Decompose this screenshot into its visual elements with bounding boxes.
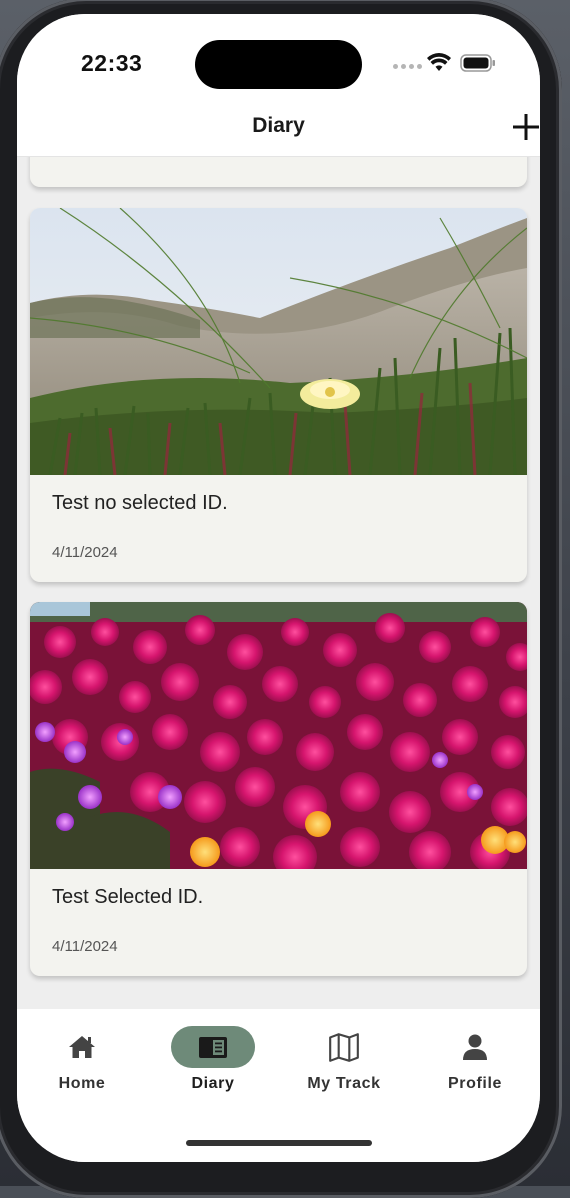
entry-title: Test Selected ID.	[52, 886, 204, 908]
diary-entry-card[interactable]: Test no selected ID. 4/11/2024	[30, 208, 527, 582]
status-bar: 22:33	[17, 14, 540, 100]
status-time: 22:33	[81, 50, 143, 76]
plus-icon	[513, 114, 539, 140]
entry-title: Test no selected ID.	[52, 492, 228, 514]
home-icon	[69, 1036, 95, 1058]
tab-label: Profile	[448, 1075, 502, 1092]
diary-entry-card-partial[interactable]	[30, 157, 527, 187]
tab-label: Diary	[191, 1075, 235, 1092]
add-entry-button[interactable]	[511, 112, 540, 142]
tab-diary[interactable]: Diary	[158, 1023, 268, 1103]
page-title: Diary	[252, 114, 305, 137]
diary-entry-card[interactable]: Test Selected ID. 4/11/2024	[30, 602, 527, 976]
entry-photo	[30, 208, 527, 475]
tab-home[interactable]: Home	[27, 1023, 137, 1103]
tab-label: Home	[58, 1075, 106, 1092]
map-icon	[329, 1033, 359, 1062]
person-icon	[463, 1034, 487, 1060]
tab-profile[interactable]: Profile	[420, 1023, 530, 1103]
dynamic-island	[195, 40, 362, 89]
diary-book-icon	[199, 1037, 227, 1058]
phone-screen: 22:33 Diary Test no selected ID. 4/11/20…	[17, 14, 540, 1162]
app-header: Diary	[17, 100, 540, 157]
battery-icon	[460, 54, 495, 72]
entry-date: 4/11/2024	[52, 544, 118, 561]
entry-date: 4/11/2024	[52, 938, 118, 955]
tab-label: My Track	[307, 1075, 381, 1092]
entry-photo	[30, 602, 527, 869]
tab-my-track[interactable]: My Track	[289, 1023, 399, 1103]
diary-list[interactable]: Test no selected ID. 4/11/2024 Test Sele…	[17, 157, 540, 1009]
cellular-signal-icon	[393, 64, 422, 69]
wifi-icon	[427, 53, 451, 71]
home-indicator	[186, 1140, 372, 1146]
